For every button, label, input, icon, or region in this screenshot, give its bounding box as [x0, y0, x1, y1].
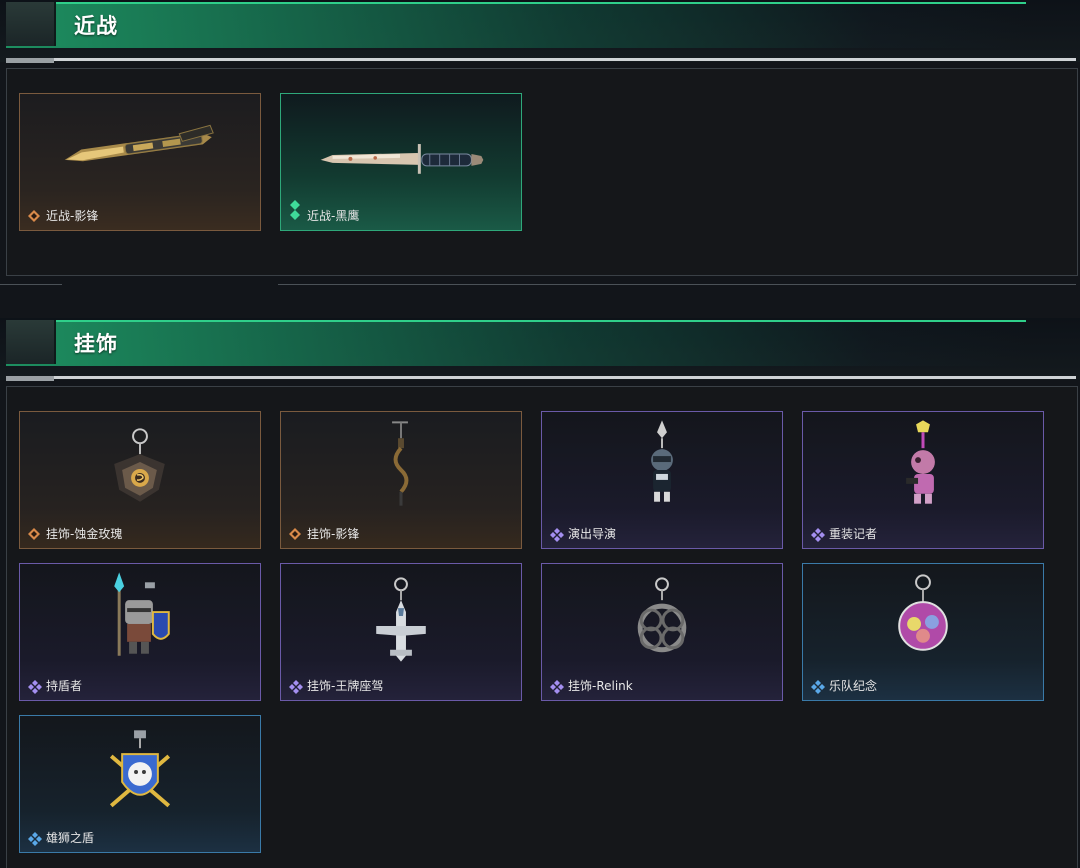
item-label: 雄狮之盾 [46, 831, 95, 845]
orange-rarity-icon [289, 527, 301, 540]
item-card[interactable]: 挂饰-王牌座驾 [280, 563, 522, 701]
item-label: 演出导演 [568, 527, 617, 541]
item-card[interactable]: 重装记者 [802, 411, 1044, 549]
item-label: 乐队纪念 [829, 679, 878, 693]
item-label-row: 挂饰-影锋 [289, 525, 359, 542]
header-notch [6, 2, 56, 46]
item-label: 持盾者 [46, 679, 83, 693]
item-label-row: 持盾者 [28, 677, 82, 694]
item-label-row: 演出导演 [550, 525, 616, 542]
band-badge-charm-icon [898, 574, 948, 651]
purple-rarity-icon [811, 527, 825, 542]
item-label: 挂饰-Relink [568, 679, 633, 693]
item-label: 挂饰-影锋 [307, 527, 360, 541]
orange-rarity-icon [28, 209, 40, 222]
blue-rarity-icon [28, 831, 42, 846]
item-label-row: 挂饰-Relink [550, 677, 633, 694]
item-label: 重装记者 [829, 527, 878, 541]
purple-rarity-icon [550, 527, 564, 542]
header-underline-accent [6, 58, 54, 63]
rose-charm-icon [114, 428, 165, 502]
butterfly-knife-icon [64, 124, 214, 162]
header-underline-accent [6, 376, 54, 381]
item-card[interactable]: 挂饰-影锋 [280, 411, 522, 549]
item-label-row: 近战-影锋 [28, 207, 98, 224]
item-label-row: 挂饰-王牌座驾 [289, 677, 383, 694]
item-label: 近战-黑鹰 [307, 209, 360, 223]
item-label-row: 近战-黑鹰 [289, 199, 360, 224]
director-figure-icon [651, 420, 673, 502]
item-card[interactable]: 雄狮之盾 [19, 715, 261, 853]
combat-knife-icon [320, 144, 484, 174]
purple-rarity-icon [289, 679, 303, 694]
purple-rarity-icon [28, 679, 42, 694]
section-divider [278, 284, 1076, 285]
header-bar [6, 320, 1026, 366]
shadow-charm-icon [392, 421, 409, 506]
melee-panel: 近战-影锋 近战-黑鹰 [6, 68, 1078, 276]
item-card[interactable]: 挂饰-Relink [541, 563, 783, 701]
item-card[interactable]: 近战-黑鹰 [280, 93, 522, 231]
jet-charm-icon [376, 577, 426, 662]
item-card[interactable]: 演出导演 [541, 411, 783, 549]
section-header-charms: 挂饰 [0, 318, 1080, 381]
lion-shield-charm-icon [109, 730, 171, 808]
relink-charm-icon [637, 577, 687, 653]
item-label: 挂饰-王牌座驾 [307, 679, 384, 693]
item-label-row: 雄狮之盾 [28, 829, 94, 846]
item-label-row: 挂饰-蚀金玫瑰 [28, 525, 122, 542]
green-rarity-icon [289, 199, 301, 222]
blue-rarity-icon [811, 679, 825, 694]
item-label-row: 重装记者 [811, 525, 877, 542]
item-label: 挂饰-蚀金玫瑰 [46, 527, 123, 541]
charms-panel: 挂饰-蚀金玫瑰 挂饰-影锋 演出导演 重装记者 持盾者 挂饰-王牌座驾 挂饰-R… [6, 386, 1078, 868]
header-underline [6, 376, 1076, 379]
section-divider [0, 284, 62, 285]
section-header-melee: 近战 [0, 0, 1080, 63]
header-underline [6, 58, 1076, 61]
item-card[interactable]: 持盾者 [19, 563, 261, 701]
reporter-figure-icon [906, 420, 935, 504]
item-card[interactable]: 挂饰-蚀金玫瑰 [19, 411, 261, 549]
section-title: 近战 [74, 14, 118, 38]
header-bar [6, 2, 1026, 48]
item-card[interactable]: 乐队纪念 [802, 563, 1044, 701]
item-card[interactable]: 近战-影锋 [19, 93, 261, 231]
orange-rarity-icon [28, 527, 40, 540]
item-label: 近战-影锋 [46, 209, 99, 223]
header-notch [6, 320, 56, 364]
section-title: 挂饰 [74, 332, 118, 356]
item-label-row: 乐队纪念 [811, 677, 877, 694]
shield-bearer-figure-icon [114, 572, 170, 656]
purple-rarity-icon [550, 679, 564, 694]
